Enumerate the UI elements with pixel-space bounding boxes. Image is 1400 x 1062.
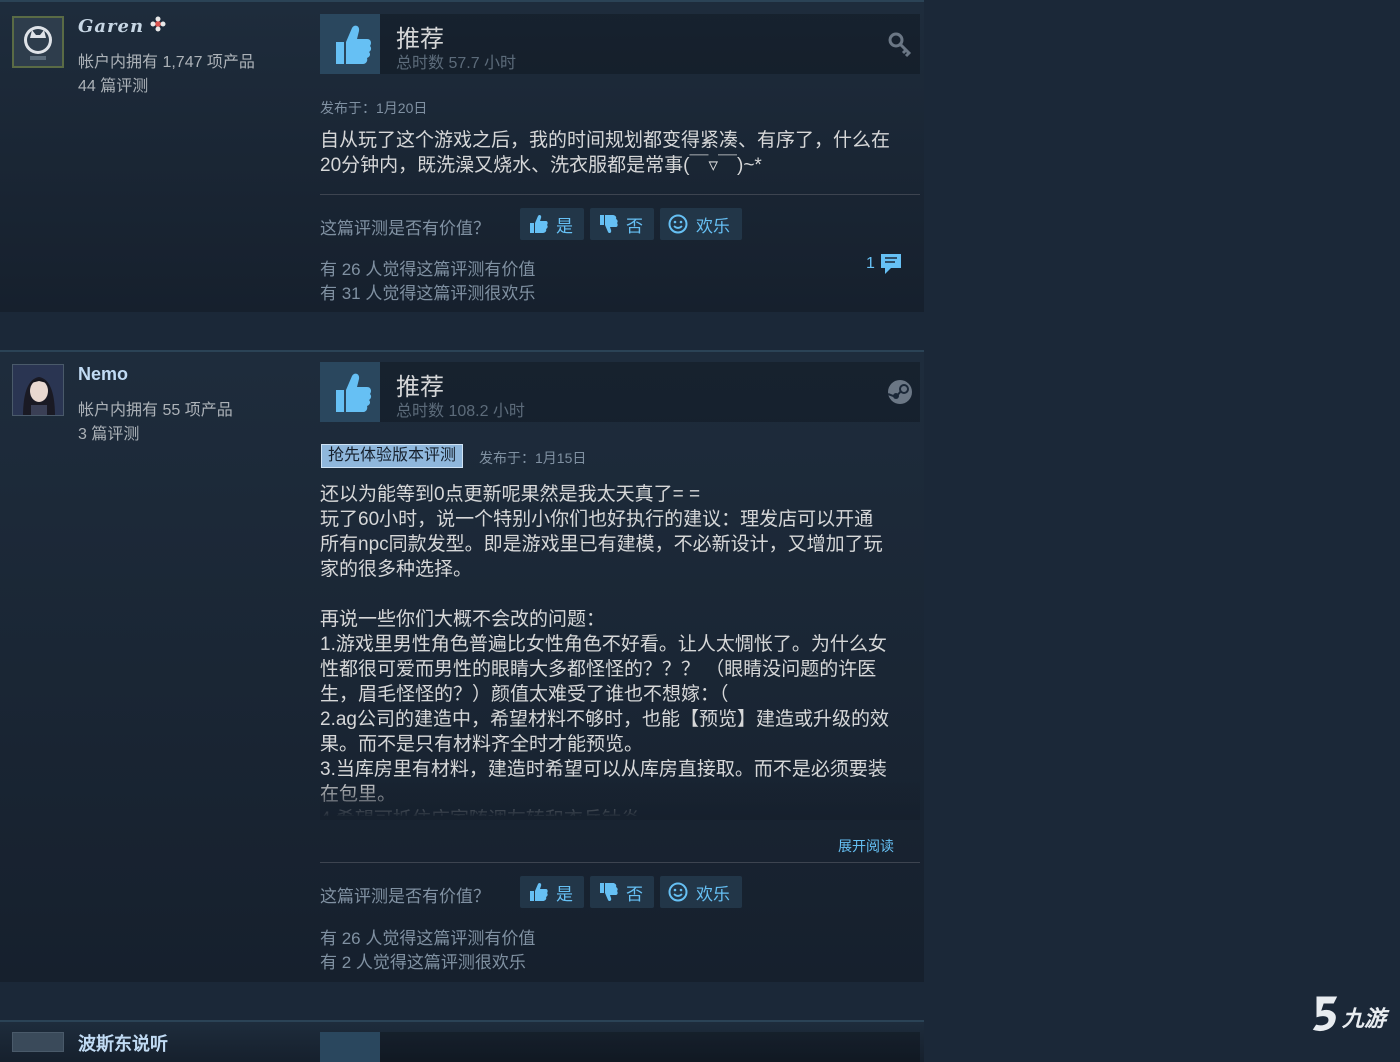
- jiuyou-logo-icon: 九游: [1311, 995, 1390, 1033]
- vote-no-button[interactable]: 否: [590, 208, 654, 240]
- helpful-question: 这篇评测是否有价值？: [320, 887, 490, 906]
- content-fade: [320, 780, 920, 820]
- vote-no-button[interactable]: 否: [590, 876, 654, 908]
- review-count[interactable]: 3 篇评测: [78, 420, 139, 444]
- review-card: Garen 帐户内拥有 1,747 项产品 44 篇评测 推荐 总时数 57.7…: [0, 0, 924, 312]
- flower-icon: [150, 16, 166, 32]
- comment-count: 1: [866, 255, 875, 272]
- steam-icon: [887, 380, 912, 404]
- thumbs-down-icon: [600, 883, 618, 902]
- smiley-icon: [668, 882, 688, 902]
- posted-date: 发布于：1月15日: [479, 450, 587, 466]
- expand-link[interactable]: 展开阅读: [838, 836, 894, 856]
- comment-bubble-icon: [880, 254, 901, 274]
- vote-funny-label: 欢乐: [696, 216, 730, 236]
- review-content: 还以为能等到0点更新呢果然是我太天真了= = 玩了60小时，说一个特别小你们也好…: [320, 484, 889, 816]
- avatar[interactable]: [12, 364, 64, 416]
- review-card: 波斯东说听: [0, 1020, 924, 1062]
- username[interactable]: 波斯东说听: [78, 1030, 168, 1056]
- vote-header[interactable]: 推荐 总时数 108.2 小时: [320, 362, 920, 422]
- vote-yes-button[interactable]: 是: [520, 208, 584, 240]
- thumbs-up-icon: [530, 882, 548, 901]
- thumbs-up-icon: [320, 362, 380, 422]
- review-count[interactable]: 44 篇评测: [78, 72, 148, 96]
- products-owned[interactable]: 帐户内拥有 1,747 项产品: [78, 48, 255, 72]
- vote-no-label: 否: [626, 884, 643, 904]
- anime-avatar-icon: [13, 365, 63, 415]
- review-card: Nemo 帐户内拥有 55 项产品 3 篇评测 推荐 总时数 108.2 小时 …: [0, 350, 924, 982]
- smiley-icon: [668, 214, 688, 234]
- avatar[interactable]: [12, 1032, 64, 1052]
- vote-funny-button[interactable]: 欢乐: [660, 208, 742, 240]
- username[interactable]: Nemo: [78, 364, 128, 385]
- funny-count: 有 31 人觉得这篇评测很欢乐: [320, 284, 536, 303]
- helpful-count: 有 26 人觉得这篇评测有价值: [320, 929, 536, 948]
- avatar[interactable]: [12, 16, 64, 68]
- thumbs-up-icon: [530, 214, 548, 233]
- thumbs-up-icon: [320, 14, 380, 74]
- thumbs-down-icon: [600, 215, 618, 234]
- cat-avatar-icon: [14, 18, 62, 66]
- page-background: [924, 0, 1400, 1037]
- vote-yes-label: 是: [556, 884, 573, 904]
- divider: [320, 194, 920, 195]
- comments-link[interactable]: 1: [866, 252, 905, 276]
- key-icon: [888, 32, 912, 58]
- helpful-count: 有 26 人觉得这篇评测有价值: [320, 260, 536, 279]
- play-hours: 总时数 108.2 小时: [396, 403, 525, 420]
- review-content: 自从玩了这个游戏之后，我的时间规划都变得紧凑、有序了，什么在 20分钟内，既洗澡…: [320, 130, 891, 176]
- helpful-question: 这篇评测是否有价值？: [320, 219, 490, 238]
- funny-count: 有 2 人觉得这篇评测很欢乐: [320, 953, 526, 972]
- early-access-badge: 抢先体验版本评测: [321, 444, 464, 468]
- vote-header[interactable]: 推荐 总时数 57.7 小时: [320, 14, 920, 74]
- vote-yes-button[interactable]: 是: [520, 876, 584, 908]
- play-hours: 总时数 57.7 小时: [396, 55, 517, 72]
- svg-text:九游: 九游: [1341, 1007, 1390, 1032]
- posted-date: 发布于：1月20日: [320, 100, 428, 116]
- vote-yes-label: 是: [556, 216, 573, 236]
- username[interactable]: Garen: [78, 16, 144, 37]
- vote-no-label: 否: [626, 216, 643, 236]
- products-owned[interactable]: 帐户内拥有 55 项产品: [78, 396, 233, 420]
- vote-funny-label: 欢乐: [696, 884, 730, 904]
- vote-funny-button[interactable]: 欢乐: [660, 876, 742, 908]
- divider: [320, 862, 920, 863]
